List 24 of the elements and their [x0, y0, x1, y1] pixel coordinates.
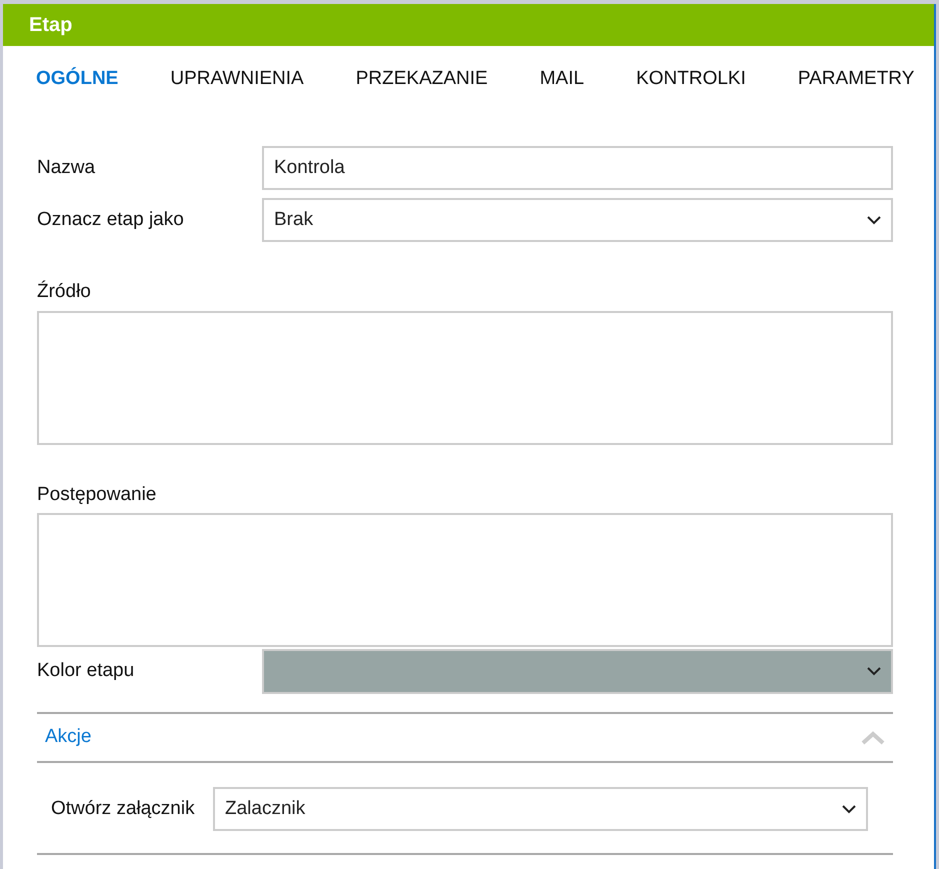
- tab[interactable]: MAIL: [540, 64, 584, 94]
- dropdown[interactable]: Brak: [262, 198, 893, 242]
- field-label: Źródło: [37, 280, 91, 304]
- chevron-down-icon: [842, 804, 856, 814]
- field-label: Kolor etapu: [37, 659, 136, 684]
- chevron-up-icon: [861, 730, 885, 744]
- tab[interactable]: KONTROLKI: [636, 64, 746, 94]
- text-field[interactable]: Kontrola: [262, 146, 893, 190]
- field-label: Oznacz etap jako: [37, 208, 185, 232]
- window-title: Etap: [29, 13, 72, 38]
- text-area[interactable]: [37, 310, 893, 444]
- dropdown[interactable]: Zalacznik: [213, 787, 868, 831]
- field-label: Postępowanie: [37, 482, 156, 506]
- field-label: Otwórz załącznik: [51, 796, 196, 821]
- chevron-down-icon: [867, 667, 881, 676]
- tab[interactable]: OGÓLNE: [36, 64, 118, 94]
- field-label: Nazwa: [37, 156, 96, 180]
- tab[interactable]: PRZEKAZANIE: [356, 64, 488, 94]
- text-area[interactable]: [37, 513, 893, 647]
- tab[interactable]: UPRAWNIENIA: [170, 64, 304, 94]
- color-dropdown[interactable]: [262, 649, 893, 694]
- section-header[interactable]: Akcje: [37, 714, 893, 763]
- tab[interactable]: PARAMETRY: [798, 64, 914, 94]
- chevron-down-icon: [867, 216, 881, 224]
